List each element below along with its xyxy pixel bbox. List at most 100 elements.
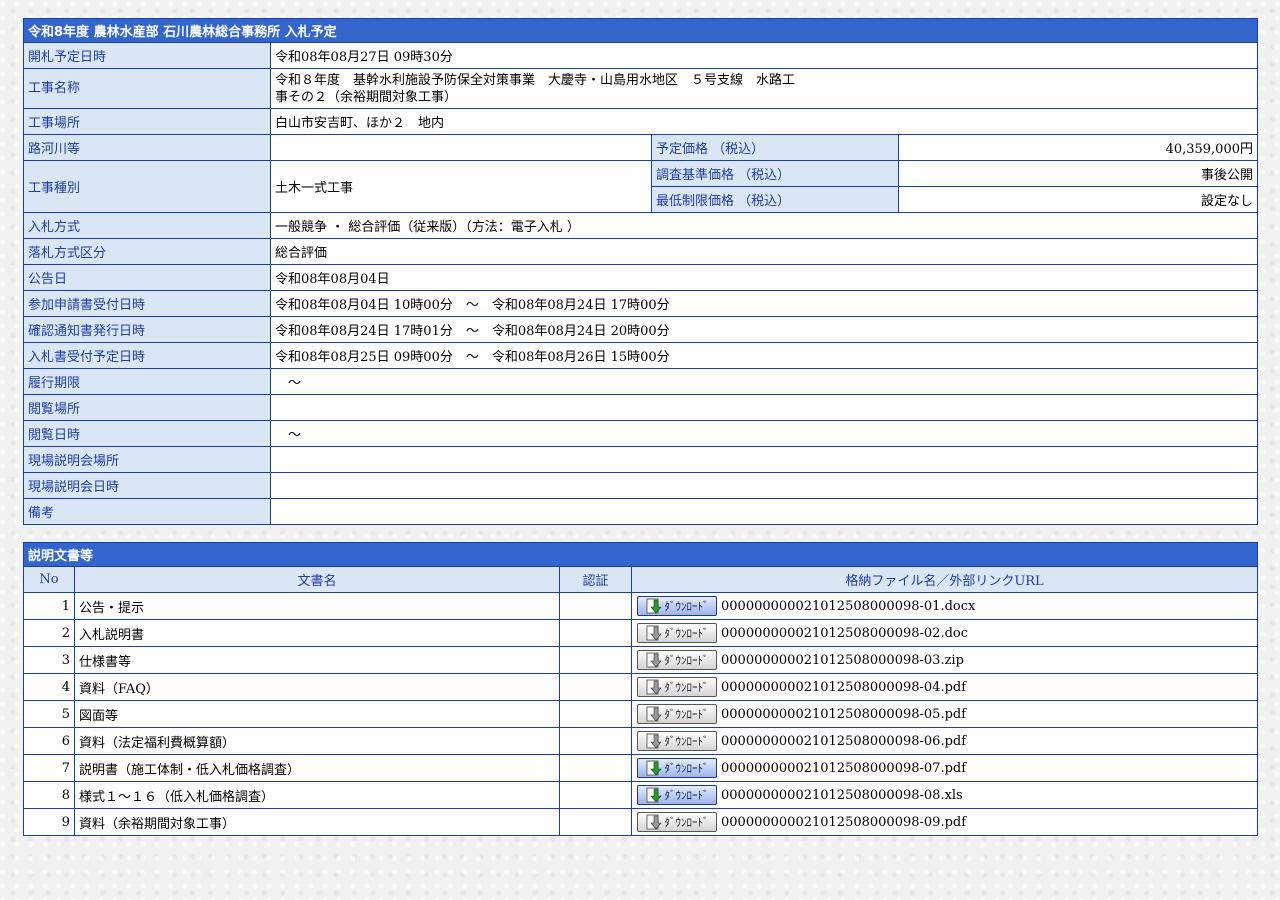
name-value-line1: 令和８年度 基幹水利施設予防保全対策事業 大慶寺・山島用水地区 ５号支線 水路工 [275,72,796,88]
file-name: 000000000021012508000098-09.pdf [721,814,967,830]
documents-table: 説明文書等 No 文書名 認証 格納ファイル名／外部リンクURL 1 公告・提示 ﾀ… [22,542,1259,836]
type-label: 工事種別 [23,160,271,213]
download-wrap: ﾀﾞｳﾝﾛｰﾄﾞ 000000000021012508000098-05.pdf [636,704,1253,724]
price-min-value: 設定なし [898,186,1258,213]
note-label: 備考 [23,498,271,525]
download-button[interactable]: ﾀﾞｳﾝﾛｰﾄﾞ [637,812,717,832]
download-wrap: ﾀﾞｳﾝﾛｰﾄﾞ 000000000021012508000098-07.pdf [636,758,1253,778]
document-file-cell: ﾀﾞｳﾝﾛｰﾄﾞ 000000000021012508000098-03.zip [630,646,1259,674]
download-arrow-icon [646,679,662,695]
download-button[interactable]: ﾀﾞｳﾝﾛｰﾄﾞ [637,785,717,805]
download-label: ﾀﾞｳﾝﾛｰﾄﾞ [664,681,709,694]
confirm-label: 確認通知書発行日時 [23,316,271,343]
document-cert [559,727,632,755]
document-no: 4 [23,673,75,701]
download-button[interactable]: ﾀﾞｳﾝﾛｰﾄﾞ [637,677,717,697]
document-row: 2 入札説明書 ﾀﾞｳﾝﾛｰﾄﾞ 000000000021012508000098-0… [23,619,1259,647]
document-row: 5 図面等 ﾀﾞｳﾝﾛｰﾄﾞ 000000000021012508000098-05.… [23,700,1259,728]
name-value-line2: 事その２（余裕期間対象工事） [275,89,458,105]
name-value: 令和８年度 基幹水利施設予防保全対策事業 大慶寺・山島用水地区 ５号支線 水路工… [270,68,1258,109]
price-est-value: 40,359,000円 [898,134,1258,161]
download-button[interactable]: ﾀﾞｳﾝﾛｰﾄﾞ [637,758,717,778]
documents-title: 説明文書等 [22,542,1259,567]
document-no: 2 [23,619,75,647]
opening-value: 令和08年08月27日 09時30分 [270,42,1258,69]
download-label: ﾀﾞｳﾝﾛｰﾄﾞ [664,816,709,829]
download-button[interactable]: ﾀﾞｳﾝﾛｰﾄﾞ [637,596,717,616]
document-name: 様式１～１６（低入札価格調査） [74,781,560,809]
document-name: 入札説明書 [74,619,560,647]
download-label: ﾀﾞｳﾝﾛｰﾄﾞ [664,708,709,721]
document-cert [559,673,632,701]
period-label: 履行期限 [23,368,271,395]
method-label: 入札方式 [23,212,271,239]
document-cert [559,700,632,728]
river-value [270,134,652,161]
place-value: 白山市安吉町、ほか２ 地内 [270,108,1258,135]
document-file-cell: ﾀﾞｳﾝﾛｰﾄﾞ 000000000021012508000098-09.pdf [630,808,1259,836]
bid-summary-table: 令和8年度 農林水産部 石川農林総合事務所 入札予定 開札予定日時 令和08年0… [23,18,1258,525]
download-label: ﾀﾞｳﾝﾛｰﾄﾞ [664,762,709,775]
file-name: 000000000021012508000098-03.zip [721,652,964,668]
document-row: 4 資料（FAQ） ﾀﾞｳﾝﾛｰﾄﾞ 000000000021012508000098… [23,673,1259,701]
document-name: 図面等 [74,700,560,728]
document-no: 5 [23,700,75,728]
download-button[interactable]: ﾀﾞｳﾝﾛｰﾄﾞ [637,650,717,670]
document-file-cell: ﾀﾞｳﾝﾛｰﾄﾞ 000000000021012508000098-02.doc [630,619,1259,647]
download-button[interactable]: ﾀﾞｳﾝﾛｰﾄﾞ [637,704,717,724]
file-name: 000000000021012508000098-02.doc [721,625,968,641]
download-arrow-icon [646,652,662,668]
site-date-label: 現場説明会日時 [23,472,271,499]
note-value [270,498,1258,525]
download-button[interactable]: ﾀﾞｳﾝﾛｰﾄﾞ [637,623,717,643]
download-wrap: ﾀﾞｳﾝﾛｰﾄﾞ 000000000021012508000098-09.pdf [636,812,1253,832]
price-survey-label: 調査基準価格 （税込） [651,160,899,187]
document-row: 9 資料（余裕期間対象工事） ﾀﾞｳﾝﾛｰﾄﾞ 0000000000210125080… [23,808,1259,836]
download-label: ﾀﾞｳﾝﾛｰﾄﾞ [664,600,709,613]
document-file-cell: ﾀﾞｳﾝﾛｰﾄﾞ 000000000021012508000098-04.pdf [630,673,1259,701]
document-no: 8 [23,781,75,809]
document-no: 6 [23,727,75,755]
document-no: 3 [23,646,75,674]
col-header-file: 格納ファイル名／外部リンクURL [630,566,1259,593]
site-date-value [270,472,1258,499]
site-place-value [270,446,1258,473]
document-file-cell: ﾀﾞｳﾝﾛｰﾄﾞ 000000000021012508000098-08.xls [630,781,1259,809]
download-label: ﾀﾞｳﾝﾛｰﾄﾞ [664,627,709,640]
document-cert [559,646,632,674]
price-survey-value: 事後公開 [898,160,1258,187]
type-value: 土木一式工事 [270,160,652,213]
document-name: 資料（法定福利費概算額） [74,727,560,755]
summary-title: 令和8年度 農林水産部 石川農林総合事務所 入札予定 [23,18,1258,43]
document-file-cell: ﾀﾞｳﾝﾛｰﾄﾞ 000000000021012508000098-07.pdf [630,754,1259,782]
document-row: 3 仕様書等 ﾀﾞｳﾝﾛｰﾄﾞ 000000000021012508000098-03… [23,646,1259,674]
download-arrow-icon [646,787,662,803]
download-button[interactable]: ﾀﾞｳﾝﾛｰﾄﾞ [637,731,717,751]
view-date-value: ～ [270,420,1258,447]
download-arrow-icon [646,706,662,722]
price-min-label: 最低制限価格 （税込） [651,186,899,213]
file-name: 000000000021012508000098-05.pdf [721,706,967,722]
document-file-cell: ﾀﾞｳﾝﾛｰﾄﾞ 000000000021012508000098-05.pdf [630,700,1259,728]
download-wrap: ﾀﾞｳﾝﾛｰﾄﾞ 000000000021012508000098-04.pdf [636,677,1253,697]
document-file-cell: ﾀﾞｳﾝﾛｰﾄﾞ 000000000021012508000098-01.docx [630,592,1259,620]
price-est-label: 予定価格 （税込） [651,134,899,161]
name-label: 工事名称 [23,68,271,109]
document-row: 1 公告・提示 ﾀﾞｳﾝﾛｰﾄﾞ 000000000021012508000098-0… [23,592,1259,620]
river-label: 路河川等 [23,134,271,161]
download-label: ﾀﾞｳﾝﾛｰﾄﾞ [664,735,709,748]
download-wrap: ﾀﾞｳﾝﾛｰﾄﾞ 000000000021012508000098-08.xls [636,785,1253,805]
download-arrow-icon [646,625,662,641]
award-label: 落札方式区分 [23,238,271,265]
document-cert [559,808,632,836]
notice-label: 公告日 [23,264,271,291]
document-row: 7 説明書（施工体制・低入札価格調査） ﾀﾞｳﾝﾛｰﾄﾞ 00000000002101… [23,754,1259,782]
download-arrow-icon [646,733,662,749]
apply-label: 参加申請書受付日時 [23,290,271,317]
download-wrap: ﾀﾞｳﾝﾛｰﾄﾞ 000000000021012508000098-01.docx [636,596,1253,616]
document-rows: 1 公告・提示 ﾀﾞｳﾝﾛｰﾄﾞ 000000000021012508000098-0… [23,592,1259,836]
document-no: 9 [23,808,75,836]
download-arrow-icon [646,598,662,614]
document-file-cell: ﾀﾞｳﾝﾛｰﾄﾞ 000000000021012508000098-06.pdf [630,727,1259,755]
document-name: 仕様書等 [74,646,560,674]
